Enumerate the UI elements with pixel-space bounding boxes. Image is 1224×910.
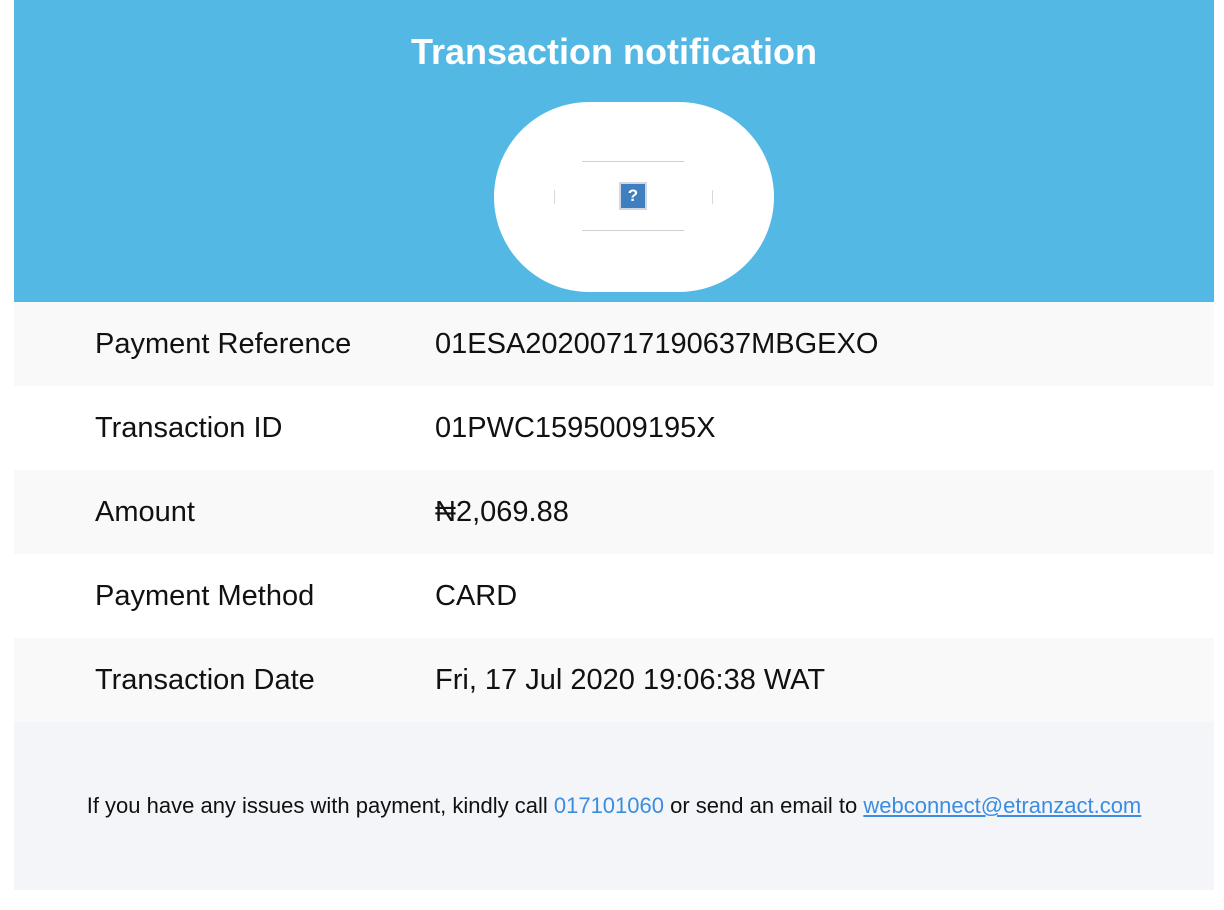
email-container: Transaction notification ? Payment Refer… — [14, 0, 1214, 890]
footer-text-before: If you have any issues with payment, kin… — [86, 793, 548, 818]
footer-text-middle: or send an email to — [670, 793, 858, 818]
broken-image-icon: ? — [619, 182, 647, 210]
table-row-transaction-date: Transaction Date Fri, 17 Jul 2020 19:06:… — [14, 638, 1214, 722]
image-frame-bottom — [582, 230, 684, 231]
image-frame-top — [582, 161, 684, 162]
row-label: Payment Method — [95, 579, 315, 612]
logo-container: ? — [494, 102, 774, 292]
row-value: 01ESA20200717190637MBGEXO — [435, 327, 879, 360]
table-row-amount: Amount ₦2,069.88 — [14, 470, 1214, 554]
table-row-transaction-id: Transaction ID 01PWC1595009195X — [14, 386, 1214, 470]
row-value: ₦2,069.88 — [435, 495, 569, 528]
page-title: Transaction notification — [410, 31, 818, 72]
row-label: Transaction ID — [95, 411, 283, 444]
support-footer: If you have any issues with payment, kin… — [14, 722, 1214, 890]
row-value: Fri, 17 Jul 2020 19:06:38 WAT — [435, 663, 826, 696]
row-label: Amount — [95, 495, 195, 528]
image-frame-right — [712, 190, 713, 204]
notification-header: Transaction notification ? — [14, 0, 1214, 302]
transaction-details-table: Payment Reference 01ESA20200717190637MBG… — [14, 302, 1214, 722]
table-row-payment-method: Payment Method CARD — [14, 554, 1214, 638]
row-value: 01PWC1595009195X — [435, 411, 716, 444]
table-row-payment-reference: Payment Reference 01ESA20200717190637MBG… — [14, 302, 1214, 386]
support-email-link[interactable]: webconnect@etranzact.com — [863, 793, 1141, 819]
row-label: Payment Reference — [95, 327, 352, 360]
support-phone-link[interactable]: 017101060 — [554, 793, 664, 819]
row-label: Transaction Date — [95, 663, 315, 696]
row-value: CARD — [435, 579, 518, 612]
image-frame-left — [554, 190, 555, 204]
